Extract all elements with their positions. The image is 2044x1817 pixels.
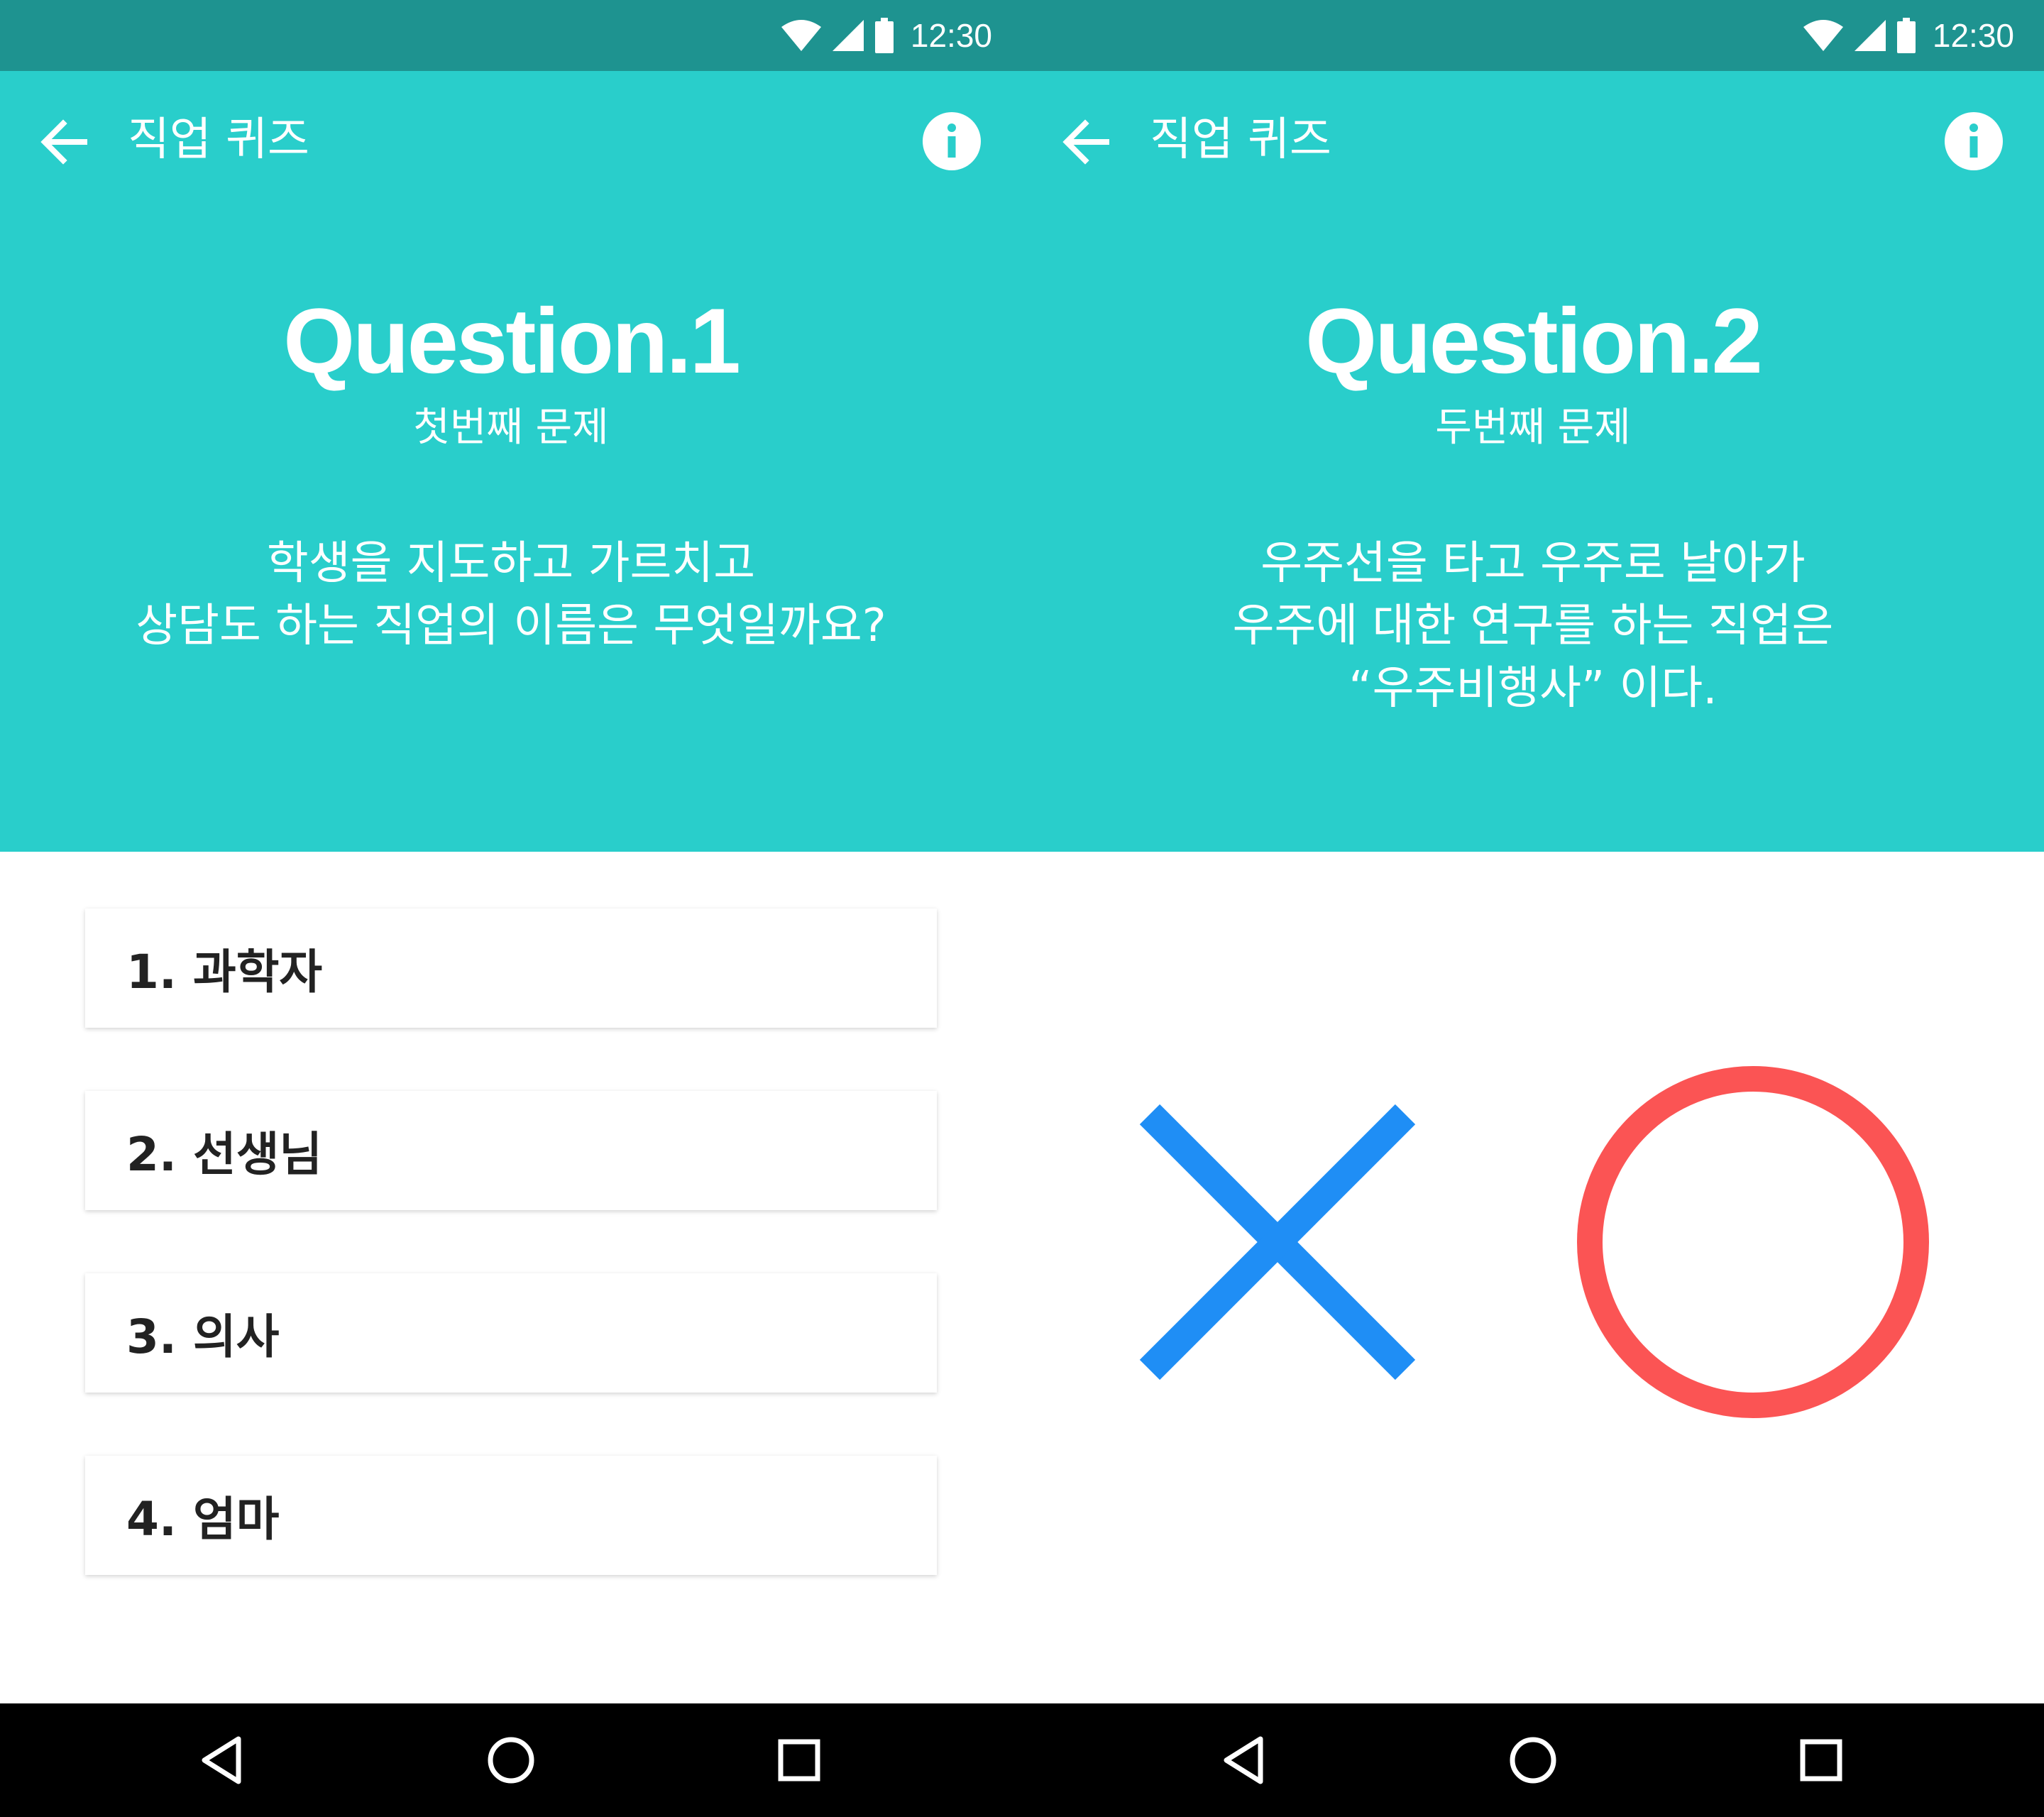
- cellular-signal-icon: [1854, 20, 1886, 51]
- question-title: Question.2: [1305, 289, 1763, 393]
- question-line: 우주선을 타고 우주로 날아가: [1260, 537, 1806, 590]
- question-line: 우주에 대한 연구를 하는 직업은: [1232, 600, 1834, 652]
- info-icon[interactable]: [923, 112, 981, 170]
- quiz-screen-2: 12:30 직업 퀴즈 Question.2 두번째 문제 우주선을 타고 우주…: [1022, 0, 2044, 1817]
- battery-icon: [874, 18, 894, 53]
- status-bar: 12:30: [0, 0, 1022, 71]
- app-title: 직업 퀴즈: [1150, 114, 1331, 166]
- question-line: “우주비행사” 이다.: [1348, 662, 1718, 715]
- question-subtitle: 첫번째 문제: [413, 405, 609, 451]
- x-icon: [1139, 1104, 1416, 1380]
- question-line: 학생을 지도하고 가르치고: [266, 537, 756, 590]
- quiz-header: 직업 퀴즈 Question.1 첫번째 문제 학생을 지도하고 가르치고 상담…: [0, 71, 1022, 852]
- nav-back-icon[interactable]: [1216, 1732, 1273, 1789]
- nav-recent-apps-icon[interactable]: [771, 1732, 828, 1789]
- answer-option-1[interactable]: 1. 과학자: [85, 908, 937, 1028]
- nav-recent-apps-icon[interactable]: [1793, 1732, 1850, 1789]
- back-arrow-icon[interactable]: [1061, 114, 1111, 170]
- status-bar: 12:30: [1022, 0, 2044, 71]
- info-icon[interactable]: [1945, 112, 2003, 170]
- answer-option-4[interactable]: 4. 엄마: [85, 1456, 937, 1575]
- x-answer-button[interactable]: [1128, 1093, 1427, 1391]
- answer-option-2[interactable]: 2. 선생님: [85, 1091, 937, 1210]
- question-line: 상담도 하는 직업의 이름은 무엇일까요?: [136, 600, 886, 652]
- answer-option-3[interactable]: 3. 의사: [85, 1273, 937, 1393]
- status-time: 12:30: [1932, 17, 2014, 54]
- back-arrow-icon[interactable]: [39, 114, 89, 170]
- question-text: 학생을 지도하고 가르치고 상담도 하는 직업의 이름은 무엇일까요?: [43, 532, 979, 657]
- question-text: 우주선을 타고 우주로 날아가 우주에 대한 연구를 하는 직업은 “우주비행사…: [1065, 532, 2001, 720]
- status-time: 12:30: [910, 17, 992, 54]
- quiz-screen-1: 12:30 직업 퀴즈 Question.1 첫번째 문제 학생을 지도하고 가…: [0, 0, 1022, 1817]
- battery-icon: [1896, 18, 1916, 53]
- navigation-bar: [1022, 1703, 2044, 1817]
- wifi-icon: [781, 20, 821, 51]
- cellular-signal-icon: [832, 20, 864, 51]
- o-icon: [1577, 1066, 1929, 1418]
- question-title: Question.1: [283, 289, 741, 393]
- quiz-header: 직업 퀴즈 Question.2 두번째 문제 우주선을 타고 우주로 날아가 …: [1022, 71, 2044, 852]
- o-answer-button[interactable]: [1576, 1065, 1930, 1420]
- wifi-icon: [1803, 20, 1843, 51]
- answer-options: 1. 과학자 2. 선생님 3. 의사 4. 엄마: [85, 908, 937, 1638]
- navigation-bar: [0, 1703, 1022, 1817]
- question-subtitle: 두번째 문제: [1435, 405, 1631, 451]
- app-title: 직업 퀴즈: [128, 114, 309, 166]
- nav-home-icon[interactable]: [483, 1732, 539, 1789]
- nav-home-icon[interactable]: [1505, 1732, 1561, 1789]
- nav-back-icon[interactable]: [194, 1732, 251, 1789]
